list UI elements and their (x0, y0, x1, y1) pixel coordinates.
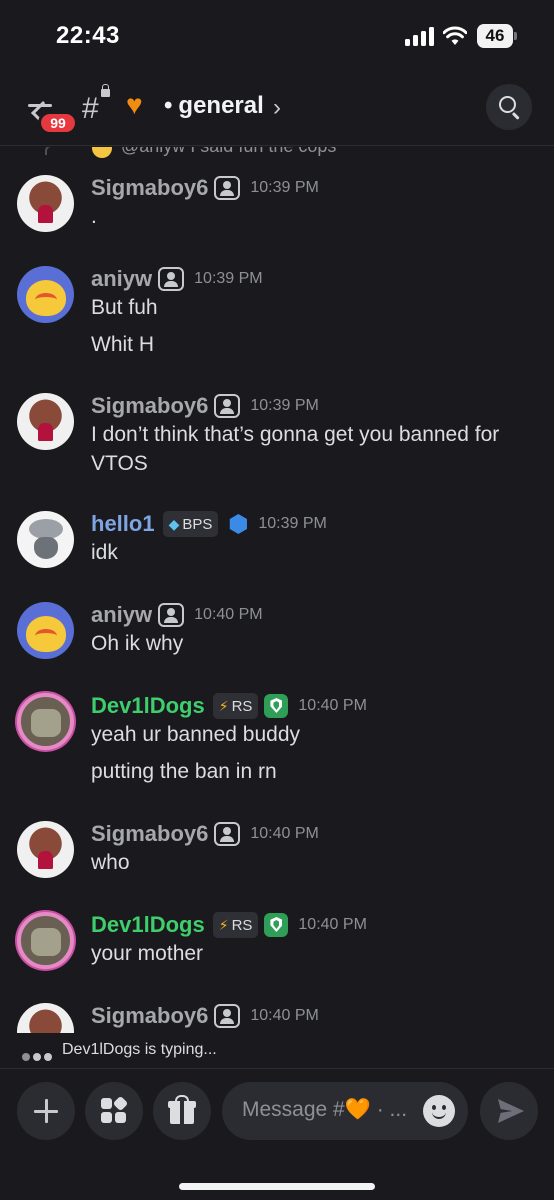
avatar[interactable] (17, 1003, 74, 1033)
send-button[interactable] (480, 1082, 538, 1140)
lightning-icon: ⚡ (218, 917, 229, 933)
reply-avatar (92, 147, 112, 158)
search-icon (499, 96, 516, 113)
nitro-boost-icon (229, 514, 247, 534)
timestamp: 10:39 PM (194, 270, 263, 287)
home-indicator (179, 1183, 375, 1190)
message-text: who (91, 851, 130, 874)
server-tag-label: RS (231, 698, 253, 715)
avatar[interactable] (17, 266, 74, 323)
message-text: But fuh (91, 296, 158, 319)
chevron-right-icon[interactable]: › (273, 94, 281, 122)
typing-indicator: Dev1lDogs is typing... (0, 1033, 554, 1067)
username[interactable]: hello1 (91, 511, 155, 536)
timestamp: 10:40 PM (250, 825, 319, 842)
message-input-placeholder: Message #🧡 · ... (242, 1098, 408, 1121)
server-tag[interactable]: ⚡ RS (212, 693, 259, 719)
server-tag-label: RS (231, 917, 253, 934)
message-text: Whit H (91, 333, 154, 356)
username[interactable]: Sigmaboy6 (91, 821, 208, 846)
avatar[interactable] (17, 511, 74, 568)
person-badge-icon (158, 267, 185, 291)
avatar[interactable] (17, 912, 74, 969)
search-button[interactable] (486, 84, 532, 130)
message-header: Sigmaboy6 10:40 PM (91, 821, 319, 851)
typing-text: Dev1lDogs is typing... (62, 1041, 217, 1058)
message-header: hello1 ◆ BPS 10:39 PM (91, 511, 327, 541)
emoji-icon[interactable] (423, 1095, 455, 1127)
message-input[interactable]: Message #🧡 · ... (222, 1082, 468, 1140)
username[interactable]: Dev1lDogs (91, 693, 205, 718)
message-composer: Message #🧡 · ... (0, 1068, 554, 1200)
wifi-icon (443, 26, 467, 45)
username[interactable]: Dev1lDogs (91, 912, 205, 937)
timestamp: 10:39 PM (250, 179, 319, 196)
message-text: yeah ur banned buddy (91, 723, 301, 746)
message-header: Sigmaboy6 10:39 PM (91, 175, 319, 205)
cellular-signal-icon (405, 27, 435, 46)
timestamp: 10:39 PM (250, 397, 319, 414)
avatar[interactable] (17, 693, 74, 750)
add-attachment-button[interactable] (17, 1082, 75, 1140)
timestamp: 10:40 PM (194, 606, 263, 623)
reply-preview[interactable]: @aniyw I said fun the cops (45, 147, 445, 160)
status-time: 22:43 (56, 22, 120, 49)
gift-button[interactable] (153, 1082, 211, 1140)
status-bar: 22:43 46 (0, 0, 554, 74)
person-badge-icon (158, 603, 185, 627)
person-badge-icon (214, 1004, 241, 1028)
message-text: . (91, 205, 97, 228)
timestamp: 10:40 PM (298, 916, 367, 933)
avatar[interactable] (17, 602, 74, 659)
typing-dots-icon (22, 1048, 55, 1066)
lock-icon (101, 84, 110, 97)
battery-icon: 46 (477, 24, 517, 48)
avatar[interactable] (17, 821, 74, 878)
message-header: Dev1lDogs ⚡ RS 10:40 PM (91, 912, 367, 942)
username[interactable]: Sigmaboy6 (91, 1003, 208, 1028)
send-icon (498, 1099, 524, 1123)
person-badge-icon (214, 394, 241, 418)
username[interactable]: Sigmaboy6 (91, 393, 208, 418)
message-header: aniyw 10:40 PM (91, 602, 263, 632)
channel-header: 99 # ♥ • general › (0, 74, 554, 146)
shield-icon (264, 694, 289, 718)
server-tag[interactable]: ⚡ RS (212, 912, 259, 938)
username[interactable]: aniyw (91, 602, 152, 627)
person-badge-icon (214, 176, 241, 200)
message-text: I don’t think that’s gonna get you banne… (91, 423, 500, 475)
timestamp: 10:40 PM (250, 1007, 319, 1024)
diamond-icon: ◆ (168, 516, 180, 532)
message-text: idk (91, 541, 118, 564)
message-text: Oh ik why (91, 632, 184, 655)
reply-text: @aniyw I said fun the cops (121, 147, 336, 157)
mention-count-badge: 99 (38, 111, 78, 135)
message-header: aniyw 10:39 PM (91, 266, 263, 296)
orange-heart-icon: ♥ (126, 89, 143, 120)
shield-icon (264, 913, 289, 937)
message-header: Dev1lDogs ⚡ RS 10:40 PM (91, 693, 367, 723)
channel-name: general (178, 92, 264, 119)
locked-hash-icon: # (82, 92, 99, 125)
channel-title[interactable]: • general (164, 92, 264, 120)
person-badge-icon (214, 822, 241, 846)
username[interactable]: Sigmaboy6 (91, 175, 208, 200)
apps-button[interactable] (85, 1082, 143, 1140)
channel-dot: • (164, 92, 173, 119)
reply-spine (45, 147, 87, 155)
message-header: Sigmaboy6 10:40 PM (91, 1003, 319, 1033)
lightning-icon: ⚡ (218, 698, 229, 714)
message-text: putting the ban in rn (91, 760, 277, 783)
message-list[interactable]: @aniyw I said fun the cops Sigmaboy6 10:3… (0, 147, 554, 1033)
avatar[interactable] (17, 393, 74, 450)
battery-level: 46 (477, 24, 513, 48)
server-tag-label: BPS (182, 516, 213, 533)
server-tag[interactable]: ◆ BPS (162, 511, 219, 537)
timestamp: 10:39 PM (258, 515, 327, 532)
username[interactable]: aniyw (91, 266, 152, 291)
avatar[interactable] (17, 175, 74, 232)
timestamp: 10:40 PM (298, 697, 367, 714)
message-text: your mother (91, 942, 204, 965)
message-header: Sigmaboy6 10:39 PM (91, 393, 319, 423)
